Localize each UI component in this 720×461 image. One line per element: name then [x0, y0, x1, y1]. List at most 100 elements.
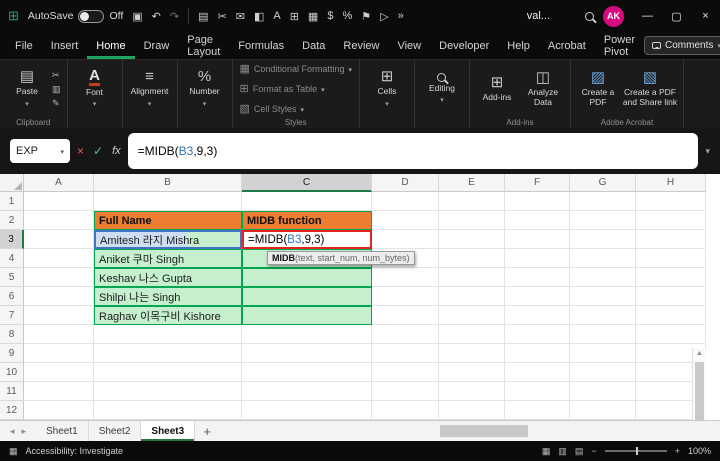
enter-formula-icon[interactable]: ✓ — [93, 144, 103, 158]
view-normal-icon[interactable]: ▦ — [542, 446, 551, 457]
create-pdf-share-button[interactable]: ▧ Create a PDF and Share link — [621, 70, 679, 108]
addins-button[interactable]: ⊞ Add-ins — [474, 75, 520, 103]
menu-review[interactable]: Review — [334, 32, 388, 59]
menu-data[interactable]: Data — [293, 32, 334, 59]
close-button[interactable]: × — [691, 0, 720, 32]
menu-acrobat[interactable]: Acrobat — [539, 32, 595, 59]
row-header-4[interactable]: 4 — [0, 249, 24, 268]
scroll-up-icon[interactable]: ▲ — [696, 348, 703, 360]
search-icon[interactable] — [585, 11, 594, 21]
name-box[interactable]: EXP — [10, 139, 70, 163]
row-header-6[interactable]: 6 — [0, 287, 24, 306]
cell-C2[interactable]: MIDB function — [242, 211, 372, 230]
add-sheet-button[interactable]: + — [195, 421, 219, 441]
row-header-1[interactable]: 1 — [0, 192, 24, 211]
expand-formula-bar-icon[interactable]: ▾ — [705, 146, 710, 157]
row-header-10[interactable]: 10 — [0, 363, 24, 382]
menu-help[interactable]: Help — [498, 32, 539, 59]
autosave-toggle[interactable]: AutoSave Off — [28, 9, 123, 23]
row-header-3[interactable]: 3 — [0, 230, 24, 249]
column-header-f[interactable]: F — [505, 174, 570, 192]
cell-B6[interactable]: Shilpi 나는 Singh — [94, 287, 242, 306]
menu-draw[interactable]: Draw — [135, 32, 179, 59]
create-pdf-button[interactable]: ▨ Create a PDF — [575, 70, 621, 108]
mail-icon[interactable]: ✉ — [236, 10, 245, 23]
fill-color-icon[interactable]: ◧ — [254, 10, 264, 23]
horizontal-scrollbar[interactable] — [430, 421, 720, 441]
undo-icon[interactable]: ↶ — [152, 10, 161, 23]
conditional-formatting-button[interactable]: ▦ Conditional Formatting — [240, 61, 352, 77]
accessibility-status[interactable]: Accessibility: Investigate — [26, 446, 124, 456]
format-as-table-button[interactable]: ⊞ Format as Table — [240, 81, 352, 97]
cell-B5[interactable]: Keshav 나스 Gupta — [94, 268, 242, 287]
overflow-icon[interactable]: » — [398, 10, 404, 22]
cut-icon[interactable]: ✂ — [52, 70, 61, 81]
horizontal-scroll-thumb[interactable] — [440, 425, 528, 437]
minimize-button[interactable]: — — [633, 0, 662, 32]
menu-page-layout[interactable]: Page Layout — [178, 32, 229, 59]
macro-play-icon[interactable]: ▷ — [380, 10, 388, 23]
cell-C6[interactable] — [242, 287, 372, 306]
copy-icon[interactable]: ▥ — [52, 84, 61, 95]
column-header-d[interactable]: D — [372, 174, 439, 192]
column-header-b[interactable]: B — [94, 174, 242, 192]
flag-icon[interactable]: ⚑ — [361, 10, 371, 23]
zoom-level[interactable]: 100% — [688, 446, 711, 456]
cell-B7[interactable]: Raghav 이목구비 Kishore — [94, 306, 242, 325]
table-icon[interactable]: ▦ — [308, 10, 318, 23]
tab-nav-left-icon[interactable]: ◂ — [10, 426, 15, 437]
cells-button[interactable]: ⊞ Cells — [364, 69, 410, 109]
menu-insert[interactable]: Insert — [42, 32, 88, 59]
zoom-slider[interactable] — [604, 447, 667, 455]
row-header-7[interactable]: 7 — [0, 306, 24, 325]
font-color-icon[interactable]: A — [273, 10, 280, 22]
cell-B2[interactable]: Full Name — [94, 211, 242, 230]
redo-icon[interactable]: ↷ — [170, 10, 179, 23]
currency-icon[interactable]: $ — [327, 10, 333, 22]
font-button[interactable]: A Font — [72, 68, 118, 110]
cell-B4[interactable]: Aniket 쿠마 Singh — [94, 249, 242, 268]
row-header-5[interactable]: 5 — [0, 268, 24, 287]
alignment-button[interactable]: ≡ Alignment — [127, 69, 173, 109]
cell-C3-formula[interactable]: =MIDB(B3,9,3) — [242, 230, 372, 249]
cell-B3[interactable]: Amitesh 라지 Mishra — [94, 230, 242, 249]
cancel-formula-icon[interactable]: × — [77, 144, 84, 158]
cell-C7[interactable] — [242, 306, 372, 325]
column-header-a[interactable]: A — [24, 174, 94, 192]
formula-input[interactable]: =MIDB(B3,9,3) — [127, 133, 699, 169]
menu-power-pivot[interactable]: Power Pivot — [595, 32, 644, 59]
save-icon[interactable]: ▣ — [132, 10, 142, 23]
column-header-e[interactable]: E — [439, 174, 505, 192]
analyze-data-button[interactable]: ◫ Analyze Data — [520, 70, 566, 108]
cell-styles-button[interactable]: ▧ Cell Styles — [240, 101, 352, 117]
menu-view[interactable]: View — [388, 32, 430, 59]
column-header-h[interactable]: H — [636, 174, 706, 192]
comments-button[interactable]: Comments — [644, 36, 720, 55]
select-all-corner[interactable] — [0, 174, 24, 192]
row-header-8[interactable]: 8 — [0, 325, 24, 344]
menu-formulas[interactable]: Formulas — [229, 32, 293, 59]
tab-sheet2[interactable]: Sheet2 — [89, 421, 142, 441]
row-header-11[interactable]: 11 — [0, 382, 24, 401]
view-page-layout-icon[interactable]: ▥ — [558, 446, 567, 457]
search-input[interactable]: val... — [527, 10, 576, 22]
borders-icon[interactable]: ⊞ — [290, 10, 299, 23]
column-header-g[interactable]: G — [570, 174, 636, 192]
format-painter-icon[interactable]: ✎ — [52, 98, 61, 109]
zoom-out-icon[interactable]: − — [591, 446, 596, 456]
view-page-break-icon[interactable]: ▤ — [575, 446, 584, 457]
zoom-slider-thumb[interactable] — [635, 447, 638, 455]
insert-function-icon[interactable]: fx — [112, 145, 121, 157]
row-header-9[interactable]: 9 — [0, 344, 24, 363]
number-button[interactable]: % Number — [182, 69, 228, 109]
column-header-c[interactable]: C — [242, 174, 372, 192]
cut-icon[interactable]: ✂ — [218, 10, 227, 23]
row-header-2[interactable]: 2 — [0, 211, 24, 230]
avatar[interactable]: AK — [603, 5, 624, 27]
paste-button[interactable]: ▤ Paste — [4, 69, 50, 109]
tab-sheet3[interactable]: Sheet3 — [141, 421, 196, 441]
cell-C5[interactable] — [242, 268, 372, 287]
menu-file[interactable]: File — [6, 32, 42, 59]
menu-developer[interactable]: Developer — [430, 32, 498, 59]
row-header-12[interactable]: 12 — [0, 401, 24, 420]
